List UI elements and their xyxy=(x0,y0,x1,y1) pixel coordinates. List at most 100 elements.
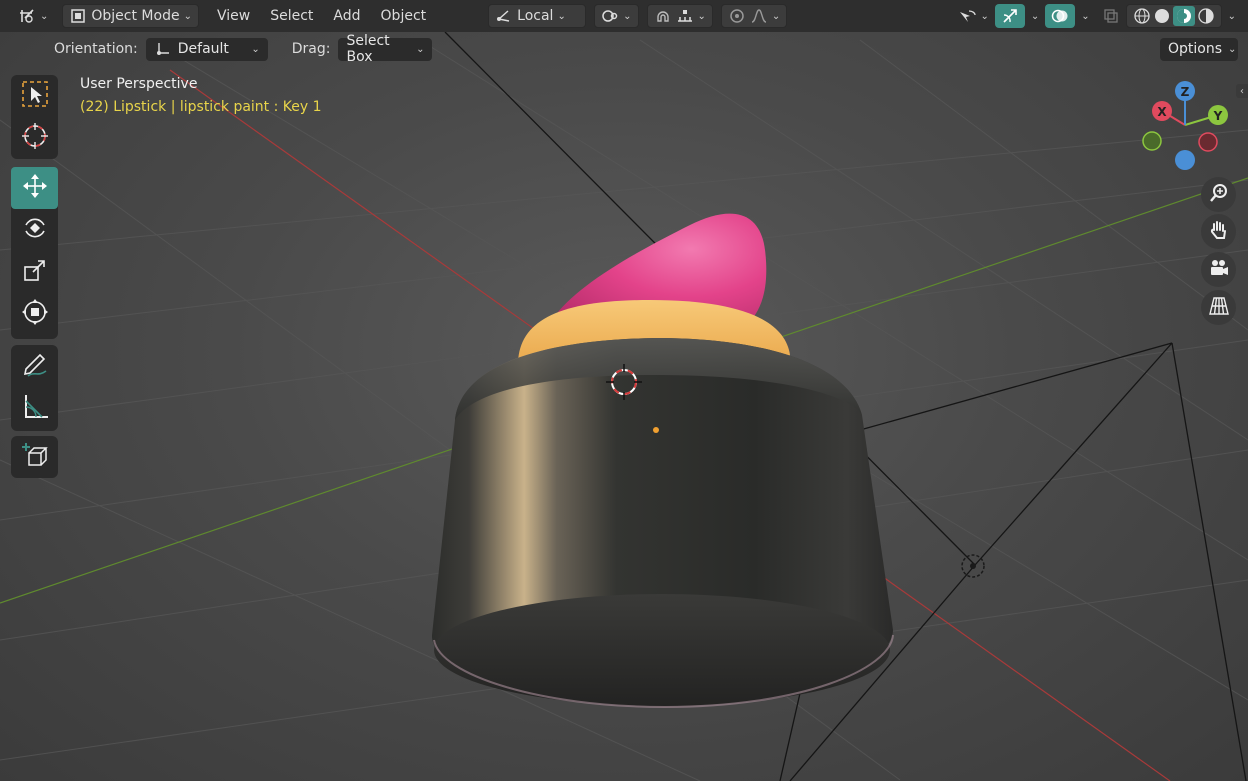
selectability-visibility-icon xyxy=(958,7,977,25)
hand-icon xyxy=(1208,219,1230,245)
pivot-point-dropdown[interactable]: ⌄ xyxy=(594,4,639,28)
gizmo-neg-x-handle[interactable] xyxy=(1198,132,1218,152)
gizmo-neg-y-handle[interactable] xyxy=(1142,131,1162,151)
grid-perspective-icon xyxy=(1208,295,1230,321)
chevron-down-icon: ⌄ xyxy=(251,43,260,55)
viewport-editor-icon xyxy=(18,7,36,25)
falloff-curve-icon[interactable] xyxy=(750,7,768,25)
drag-dropdown[interactable]: Select Box ⌄ xyxy=(338,33,433,65)
mode-dropdown[interactable]: Object Mode ⌄ xyxy=(62,4,199,28)
menu-add[interactable]: Add xyxy=(323,4,370,28)
solid-shading-icon[interactable] xyxy=(1153,7,1171,25)
options-dropdown[interactable]: Options ⌄ xyxy=(1160,37,1238,61)
magnet-icon[interactable] xyxy=(654,7,672,25)
chevron-down-icon: ⌄ xyxy=(1228,43,1237,55)
3d-viewport[interactable] xyxy=(0,0,1248,781)
overlays-dropdown[interactable]: ⌄ xyxy=(1075,4,1095,28)
transform-space-dropdown[interactable]: Local ⌄ xyxy=(488,4,587,28)
orientation-value: Default xyxy=(177,41,229,57)
editor-type-button[interactable]: ⌄ xyxy=(12,4,54,28)
scale-icon xyxy=(20,255,50,289)
camera-object-icon xyxy=(961,554,985,578)
xray-toggle[interactable] xyxy=(1096,4,1126,28)
gizmo-z-label: Z xyxy=(1181,85,1190,99)
drag-label: Drag: xyxy=(291,41,331,57)
transform-space-label: Local xyxy=(517,8,554,24)
chevron-down-icon: ⌄ xyxy=(1081,10,1090,22)
orientation-label: Orientation: xyxy=(54,41,138,57)
viewport-header: ⌄ Object Mode ⌄ View Select Add Object L… xyxy=(0,0,1248,32)
menu-select[interactable]: Select xyxy=(260,4,323,28)
mode-label: Object Mode xyxy=(91,8,180,24)
rotate-icon xyxy=(20,213,50,247)
chevron-down-icon: ⌄ xyxy=(1227,10,1236,22)
gizmo-toggle[interactable] xyxy=(994,4,1025,28)
chevron-down-icon: ⌄ xyxy=(697,10,706,22)
options-label: Options xyxy=(1168,41,1223,57)
navigation-gizmo[interactable]: X Y Z xyxy=(1138,78,1238,178)
scale-tool[interactable] xyxy=(11,251,58,293)
menu-object[interactable]: Object xyxy=(371,4,437,28)
proportional-editing-icon[interactable] xyxy=(728,7,746,25)
shading-dropdown[interactable]: ⌄ xyxy=(1222,4,1242,28)
camera-icon xyxy=(1208,257,1230,283)
3d-cursor-icon xyxy=(20,121,50,155)
zoom-button[interactable] xyxy=(1201,177,1236,212)
transform-icon xyxy=(20,297,50,331)
measure-tool[interactable] xyxy=(11,387,58,429)
orientation-dropdown[interactable]: Default ⌄ xyxy=(145,37,268,61)
menu-view[interactable]: View xyxy=(207,4,260,28)
overlays-toggle[interactable] xyxy=(1045,4,1076,28)
pivot-point-icon xyxy=(601,7,619,25)
proportional-editing-controls[interactable]: ⌄ xyxy=(720,4,788,28)
zoom-icon xyxy=(1208,182,1230,208)
cursor-tool[interactable] xyxy=(11,117,58,159)
blender-3d-viewport-app: ⌄ Object Mode ⌄ View Select Add Object L… xyxy=(0,0,1248,781)
snap-increment-icon[interactable] xyxy=(676,7,694,25)
xray-icon xyxy=(1102,7,1120,25)
gizmo-icon xyxy=(1001,7,1019,25)
tool-settings-bar: Orientation: Default ⌄ Drag: Select Box … xyxy=(0,32,1248,66)
gizmo-dropdown[interactable]: ⌄ xyxy=(1025,4,1045,28)
sidebar-toggle[interactable]: ‹ xyxy=(1236,84,1248,98)
transform-orientation-icon xyxy=(154,40,172,58)
rotate-tool[interactable] xyxy=(11,209,58,251)
material-preview-shading-icon[interactable] xyxy=(1172,6,1195,26)
move-tool[interactable] xyxy=(11,167,58,209)
chevron-down-icon: ⌄ xyxy=(623,10,632,22)
visibility-dropdown[interactable]: ⌄ xyxy=(952,4,994,28)
viewport-scene xyxy=(0,31,1248,781)
rendered-shading-icon[interactable] xyxy=(1197,7,1215,25)
chevron-left-icon: ‹ xyxy=(1240,85,1244,97)
toolbar-group-transform xyxy=(11,167,58,339)
chevron-down-icon: ⌄ xyxy=(183,10,192,22)
gizmo-x-label: X xyxy=(1157,105,1167,119)
pencil-icon xyxy=(20,349,50,383)
perspective-toggle-button[interactable] xyxy=(1201,290,1236,325)
pan-button[interactable] xyxy=(1201,214,1236,249)
object-origin-dot xyxy=(653,427,659,433)
drag-value: Select Box xyxy=(346,33,390,65)
select-box-icon xyxy=(20,79,50,113)
active-object-info: (22) Lipstick | lipstick paint : Key 1 xyxy=(80,99,322,115)
toolbar-group-annotate xyxy=(11,345,58,431)
gizmo-neg-z-handle[interactable] xyxy=(1175,150,1195,170)
toolbar-group-select xyxy=(11,75,58,159)
chevron-down-icon: ⌄ xyxy=(771,10,781,22)
chevron-down-icon: ⌄ xyxy=(416,43,425,55)
toolbar-group-add xyxy=(11,436,58,478)
ruler-icon xyxy=(20,391,50,425)
chevron-down-icon: ⌄ xyxy=(980,10,989,22)
select-box-tool[interactable] xyxy=(11,75,58,117)
snapping-controls[interactable]: ⌄ xyxy=(646,4,713,28)
transform-tool[interactable] xyxy=(11,293,58,335)
view-perspective-label: User Perspective xyxy=(80,76,198,92)
gizmo-y-label: Y xyxy=(1213,109,1223,123)
chevron-down-icon: ⌄ xyxy=(557,10,566,22)
lipstick-case-bottom xyxy=(434,594,890,706)
annotate-tool[interactable] xyxy=(11,345,58,387)
add-cube-tool[interactable] xyxy=(11,436,58,478)
chevron-down-icon: ⌄ xyxy=(40,10,49,22)
wireframe-shading-icon[interactable] xyxy=(1133,7,1151,25)
camera-view-button[interactable] xyxy=(1201,252,1236,287)
